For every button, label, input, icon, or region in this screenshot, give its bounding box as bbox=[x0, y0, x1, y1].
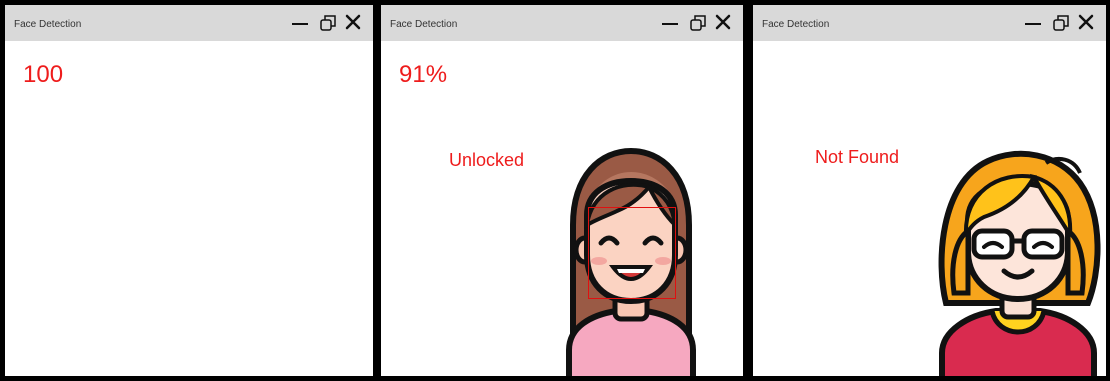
close-icon[interactable] bbox=[343, 5, 363, 41]
title-bar[interactable]: Face Detection bbox=[753, 5, 1106, 41]
window-title: Face Detection bbox=[14, 19, 82, 30]
minimize-icon[interactable] bbox=[659, 5, 681, 41]
face-detection-window-1: Face Detection 100 bbox=[0, 0, 378, 381]
restore-icon[interactable] bbox=[687, 5, 707, 41]
face-detection-window-3: Face Detection Not Found bbox=[748, 0, 1110, 381]
window-title: Face Detection bbox=[762, 19, 830, 30]
face-detection-box bbox=[588, 207, 676, 299]
face-detection-window-2: Face Detection 91% Unlocked bbox=[376, 0, 748, 381]
woman-with-glasses-avatar-image bbox=[938, 150, 1101, 376]
minimize-icon[interactable] bbox=[1022, 5, 1044, 41]
restore-icon[interactable] bbox=[317, 5, 337, 41]
close-icon[interactable] bbox=[1076, 5, 1096, 41]
close-icon[interactable] bbox=[713, 5, 733, 41]
title-bar[interactable]: Face Detection bbox=[5, 5, 373, 41]
confidence-percent: 91% bbox=[399, 61, 448, 88]
restore-icon[interactable] bbox=[1050, 5, 1070, 41]
confidence-percent: 100 bbox=[23, 61, 64, 88]
minimize-icon[interactable] bbox=[289, 5, 311, 41]
status-label: Not Found bbox=[815, 147, 900, 167]
status-label: Unlocked bbox=[449, 150, 525, 170]
window-title: Face Detection bbox=[390, 19, 458, 30]
title-bar[interactable]: Face Detection bbox=[381, 5, 743, 41]
